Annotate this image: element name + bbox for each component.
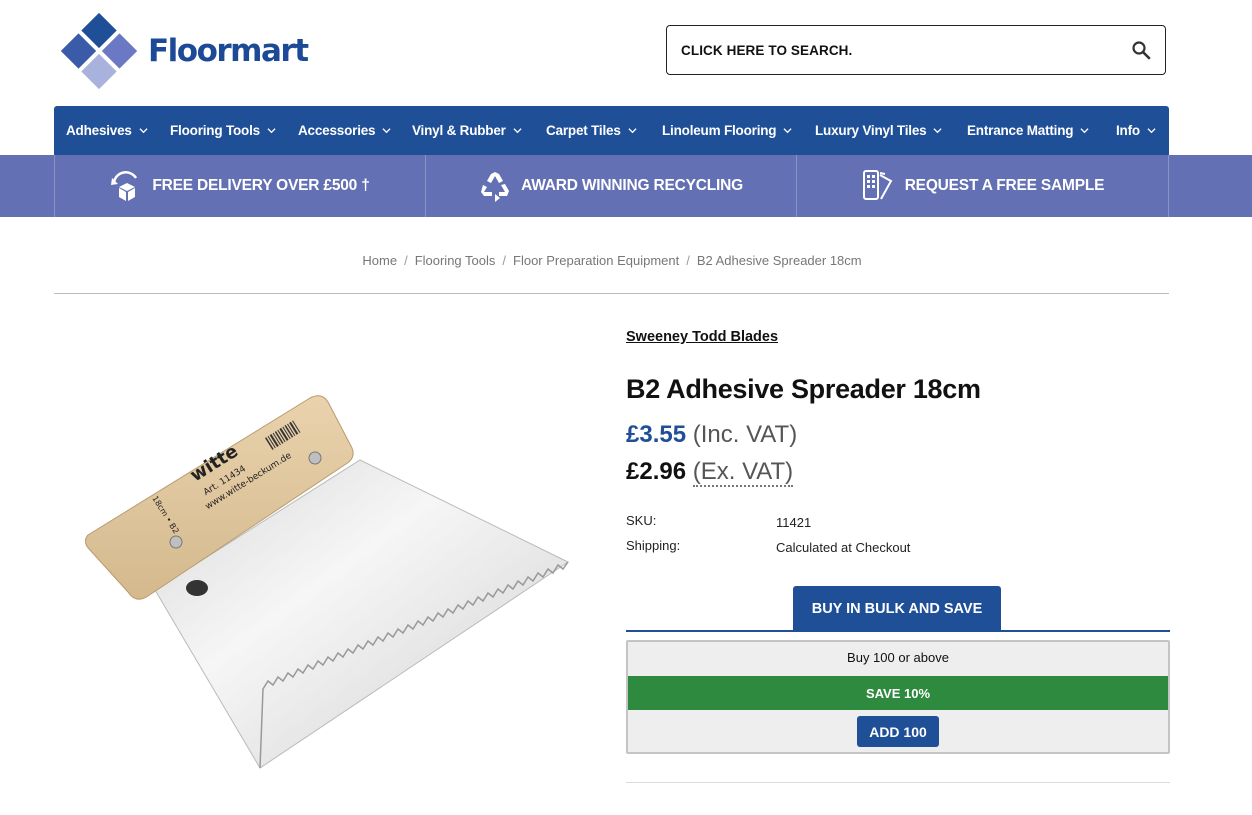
benefit-label: FREE DELIVERY OVER £500 † <box>152 177 370 194</box>
spec-label-shipping: Shipping: <box>626 538 681 553</box>
benefit-label: REQUEST A FREE SAMPLE <box>904 177 1105 194</box>
breadcrumb-flooring-tools[interactable]: Flooring Tools <box>415 253 496 268</box>
benefit-free-delivery[interactable]: FREE DELIVERY OVER £500 † <box>54 155 425 217</box>
site-logo[interactable]: Floormart <box>54 6 314 96</box>
nav-item-accessories[interactable]: Accessories <box>298 106 391 155</box>
nav-item-label: Linoleum Flooring <box>662 123 777 138</box>
breadcrumb-separator: / <box>686 253 690 268</box>
search-box[interactable]: CLICK HERE TO SEARCH. <box>666 25 1166 75</box>
chevron-down-icon <box>267 128 276 134</box>
chevron-down-icon <box>513 128 522 134</box>
price-inc-vat: £3.55 (Inc. VAT) <box>626 421 797 449</box>
price-ex-amount: £2.96 <box>626 458 687 485</box>
recycle-icon <box>481 172 510 202</box>
product-image[interactable]: witte Art. 11434 www.witte-beckum.de 18c… <box>60 370 590 780</box>
adhesive-spreader-image: witte Art. 11434 www.witte-beckum.de 18c… <box>84 395 569 769</box>
chevron-down-icon <box>1080 128 1089 134</box>
product-brand-link[interactable]: Sweeney Todd Blades <box>626 329 778 345</box>
buy-in-bulk-tab[interactable]: BUY IN BULK AND SAVE <box>793 586 1001 632</box>
nav-item-label: Entrance Matting <box>967 123 1074 138</box>
logo-diamond-icon <box>57 9 141 93</box>
spec-value-sku: 11421 <box>776 515 812 530</box>
chevron-down-icon <box>628 128 637 134</box>
spec-value-shipping: Calculated at Checkout <box>776 540 911 555</box>
breadcrumb-floor-preparation[interactable]: Floor Preparation Equipment <box>513 253 679 268</box>
nav-item-vinyl-rubber[interactable]: Vinyl & Rubber <box>412 106 522 155</box>
nav-item-adhesives[interactable]: Adhesives <box>66 106 148 155</box>
price-inc-amount: £3.55 <box>626 421 687 448</box>
nav-item-label: Flooring Tools <box>170 123 260 138</box>
breadcrumb-separator: / <box>502 253 507 268</box>
breadcrumb-home[interactable]: Home <box>362 253 397 268</box>
nav-item-linoleum-flooring[interactable]: Linoleum Flooring <box>662 106 792 155</box>
nav-item-luxury-vinyl-tiles[interactable]: Luxury Vinyl Tiles <box>815 106 943 155</box>
search-icon[interactable] <box>1131 40 1151 60</box>
main-nav: Adhesives Flooring Tools Accessories Vin… <box>54 106 1169 155</box>
site-header: Floormart CLICK HERE TO SEARCH. <box>0 0 1252 106</box>
breadcrumb-separator: / <box>404 253 408 268</box>
chevron-down-icon <box>382 128 391 134</box>
bulk-tab-underline <box>626 630 1170 632</box>
nav-item-carpet-tiles[interactable]: Carpet Tiles <box>546 106 637 155</box>
benefit-free-sample[interactable]: REQUEST A FREE SAMPLE <box>796 155 1169 217</box>
nav-item-label: Info <box>1116 123 1140 138</box>
divider <box>54 293 1169 294</box>
search-input[interactable]: CLICK HERE TO SEARCH. <box>681 43 1131 58</box>
chevron-down-icon <box>933 128 943 134</box>
price-inc-label: (Inc. VAT) <box>692 421 798 448</box>
nav-item-label: Vinyl & Rubber <box>412 123 506 138</box>
spec-label-sku: SKU: <box>626 513 657 528</box>
benefit-label: AWARD WINNING RECYCLING <box>521 177 743 194</box>
bulk-offer-panel: Buy 100 or above SAVE 10% ADD 100 <box>626 640 1170 754</box>
benefit-recycling[interactable]: AWARD WINNING RECYCLING <box>425 155 796 217</box>
nav-item-flooring-tools[interactable]: Flooring Tools <box>170 106 276 155</box>
nav-item-label: Adhesives <box>66 123 132 138</box>
nav-item-label: Luxury Vinyl Tiles <box>815 123 927 138</box>
product-title: B2 Adhesive Spreader 18cm <box>626 374 981 404</box>
benefits-bar: FREE DELIVERY OVER £500 † AWARD WINNING … <box>0 155 1252 217</box>
sample-swatch-icon <box>862 170 893 200</box>
chevron-down-icon <box>1147 128 1156 134</box>
nav-item-label: Carpet Tiles <box>546 123 621 138</box>
nav-item-label: Accessories <box>298 123 376 138</box>
nav-item-entrance-matting[interactable]: Entrance Matting <box>967 106 1089 155</box>
price-ex-vat: £2.96 (Ex. VAT) <box>626 458 794 487</box>
chevron-down-icon <box>783 128 792 134</box>
delivery-box-icon <box>111 171 138 201</box>
bulk-save-badge: SAVE 10% <box>628 676 1168 710</box>
breadcrumb-current: B2 Adhesive Spreader 18cm <box>696 253 862 268</box>
breadcrumb: Home / Flooring Tools / Floor Preparation Eq… <box>0 253 1224 268</box>
nav-item-info[interactable]: Info <box>1116 106 1156 155</box>
bulk-quantity-text: Buy 100 or above <box>847 650 949 665</box>
chevron-down-icon <box>139 128 148 134</box>
divider <box>626 782 1170 783</box>
add-100-button[interactable]: ADD 100 <box>857 716 939 747</box>
logo-text: Floormart <box>148 33 309 69</box>
price-ex-label[interactable]: (Ex. VAT) <box>692 458 794 487</box>
